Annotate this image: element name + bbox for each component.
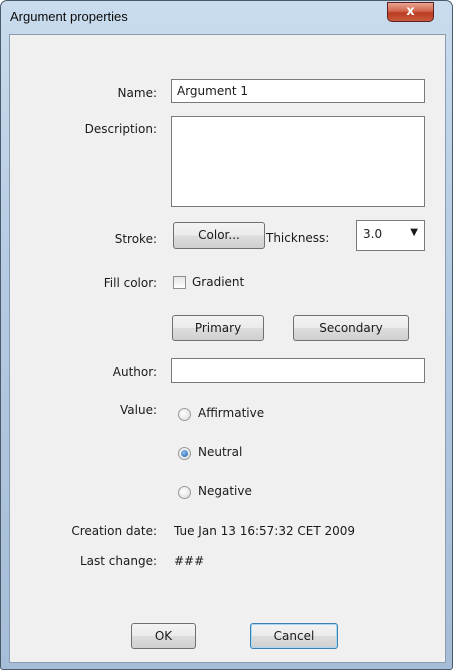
- fill-color-label: Fill color:: [103, 276, 157, 290]
- creation-date-value: Tue Jan 13 16:57:32 CET 2009: [174, 524, 356, 538]
- gradient-label[interactable]: Gradient: [192, 275, 244, 289]
- description-label: Description:: [84, 122, 157, 136]
- chevron-down-icon: ▼: [410, 227, 418, 238]
- thickness-value: 3.0: [363, 227, 383, 241]
- dialog-body: Name: Description: Stroke: Color... Thic…: [9, 34, 446, 663]
- thickness-label: Thickness:: [266, 231, 330, 245]
- neutral-radio[interactable]: [178, 447, 191, 460]
- description-textarea[interactable]: [171, 116, 425, 207]
- negative-radio[interactable]: [178, 486, 191, 499]
- stroke-label: Stroke:: [114, 232, 157, 246]
- author-input[interactable]: [171, 358, 425, 383]
- negative-label[interactable]: Negative: [198, 484, 252, 498]
- neutral-label[interactable]: Neutral: [198, 445, 242, 459]
- close-button[interactable]: x: [387, 2, 434, 22]
- thickness-select[interactable]: 3.0 ▼: [356, 220, 425, 251]
- primary-button[interactable]: Primary: [172, 315, 264, 341]
- affirmative-radio[interactable]: [178, 408, 191, 421]
- name-input[interactable]: [171, 79, 425, 103]
- dialog-window: Argument properties x Name: Description:…: [0, 0, 453, 670]
- secondary-button[interactable]: Secondary: [293, 315, 409, 341]
- last-change-label: Last change:: [79, 554, 157, 568]
- gradient-checkbox[interactable]: [173, 276, 186, 289]
- color-button[interactable]: Color...: [173, 222, 265, 249]
- last-change-value: ###: [174, 554, 205, 568]
- creation-date-label: Creation date:: [71, 524, 157, 538]
- window-title: Argument properties: [10, 9, 128, 24]
- close-icon: x: [406, 4, 415, 19]
- cancel-button[interactable]: Cancel: [250, 623, 338, 649]
- value-label: Value:: [120, 403, 157, 417]
- name-label: Name:: [117, 86, 157, 100]
- affirmative-label[interactable]: Affirmative: [198, 406, 264, 420]
- author-label: Author:: [112, 365, 157, 379]
- title-bar[interactable]: Argument properties x: [1, 1, 454, 33]
- ok-button[interactable]: OK: [131, 623, 196, 649]
